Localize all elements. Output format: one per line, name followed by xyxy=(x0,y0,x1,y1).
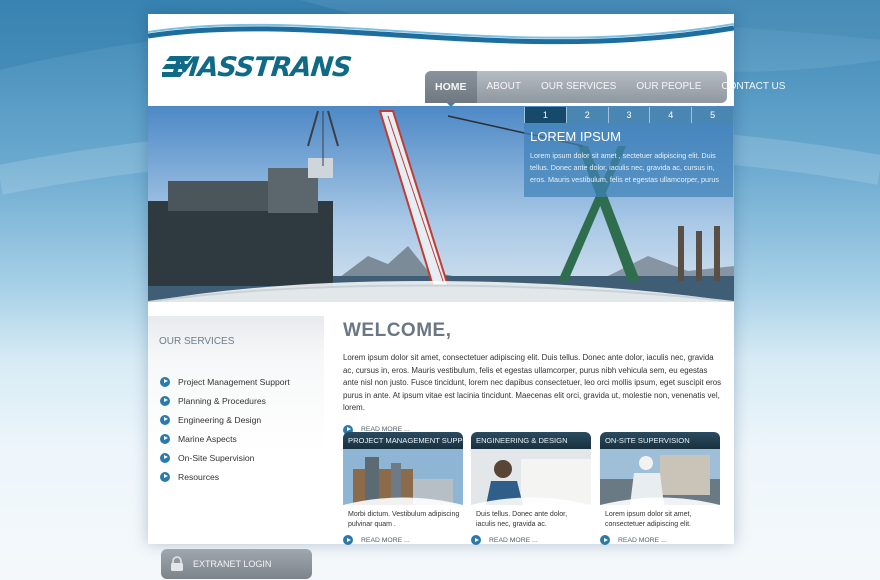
page-container: MASSTRANS HOME ABOUT OUR SERVICES OUR PE… xyxy=(148,14,785,545)
sidebar-item-label: Planning & Procedures xyxy=(178,395,266,406)
card-engineering-design: ENGINEERING & DESIGN Duis tellus. Donec … xyxy=(471,432,591,545)
nav-our-services[interactable]: OUR SERVICES xyxy=(531,71,626,103)
play-arrow-icon xyxy=(471,535,481,545)
slider-tab-5[interactable]: 5 xyxy=(691,107,733,123)
nav-about[interactable]: ABOUT xyxy=(477,71,531,103)
play-arrow-icon xyxy=(343,535,353,545)
sidebar-title: OUR SERVICES xyxy=(159,336,235,347)
sidebar-item-label: Marine Aspects xyxy=(178,433,237,444)
card-title[interactable]: ENGINEERING & DESIGN xyxy=(471,432,591,449)
hero-title: LOREM IPSUM xyxy=(530,129,622,144)
slider-tab-3[interactable]: 3 xyxy=(607,107,650,123)
play-arrow-icon xyxy=(600,535,610,545)
play-arrow-icon xyxy=(160,414,170,425)
read-more-link[interactable]: READ MORE ... xyxy=(343,535,463,545)
sidebar-item-label: Engineering & Design xyxy=(178,414,262,425)
play-arrow-icon xyxy=(160,433,170,444)
card-text: Lorem ipsum dolor sit amet, consectetuer… xyxy=(605,511,692,528)
read-more-link[interactable]: READ MORE ... xyxy=(471,535,591,545)
read-more-label: READ MORE ... xyxy=(489,536,538,544)
card-on-site-supervision: ON-SITE SUPERVISION Lorem ipsum dolor si… xyxy=(600,432,720,545)
main-content: WELCOME, Lorem ipsum dolor sit amet, con… xyxy=(343,316,725,435)
slider-tabs: 1 2 3 4 5 xyxy=(524,107,733,123)
card-text: Morbi dictum. Vestibulum adipiscing pulv… xyxy=(348,511,460,528)
sidebar-item-planning-procedures[interactable]: Planning & Procedures xyxy=(160,391,290,410)
lock-icon xyxy=(171,556,183,571)
play-arrow-icon xyxy=(160,376,170,387)
sidebar-item-marine-aspects[interactable]: Marine Aspects xyxy=(160,429,290,448)
logo-text: MASSTRANS xyxy=(170,52,353,83)
extranet-login-button[interactable]: EXTRANET LOGIN xyxy=(161,549,312,579)
service-cards: PROJECT MANAGEMENT SUPPORT Morbi dictum.… xyxy=(343,432,725,545)
main-nav: HOME ABOUT OUR SERVICES OUR PEOPLE CONTA… xyxy=(425,71,785,107)
card-text: Duis tellus. Donec ante dolor, iaculis n… xyxy=(476,511,568,528)
card-image-engineer-drawings xyxy=(471,449,591,505)
extranet-login-label: EXTRANET LOGIN xyxy=(193,559,272,569)
read-more-link[interactable]: READ MORE ... xyxy=(600,535,720,545)
nav-home[interactable]: HOME xyxy=(425,71,477,107)
read-more-label: READ MORE ... xyxy=(618,536,667,544)
intro-text: Lorem ipsum dolor sit amet, consectetuer… xyxy=(343,353,722,413)
slider-tab-4[interactable]: 4 xyxy=(649,107,692,123)
read-more-label: READ MORE ... xyxy=(361,536,410,544)
sidebar-item-label: Resources xyxy=(178,471,220,482)
sidebar: OUR SERVICES Project Management Support … xyxy=(148,316,324,544)
page-title: WELCOME, xyxy=(343,320,452,341)
nav-contact-us[interactable]: CONTACT US xyxy=(711,71,795,103)
card-title[interactable]: ON-SITE SUPERVISION xyxy=(600,432,720,449)
sidebar-item-on-site-supervision[interactable]: On-Site Supervision xyxy=(160,448,290,467)
services-list: Project Management Support Planning & Pr… xyxy=(160,372,290,486)
card-title[interactable]: PROJECT MANAGEMENT SUPPORT xyxy=(343,432,463,449)
sidebar-item-label: Project Management Support xyxy=(178,376,290,387)
play-arrow-icon xyxy=(160,395,170,406)
slider-tab-1[interactable]: 1 xyxy=(524,107,566,123)
card-image-industrial-plant xyxy=(343,449,463,505)
slider-tab-2[interactable]: 2 xyxy=(565,107,608,123)
play-arrow-icon xyxy=(160,471,170,482)
hero-caption-box: LOREM IPSUM Lorem ipsum dolor sit amet ,… xyxy=(524,123,733,197)
sidebar-item-project-management-support[interactable]: Project Management Support xyxy=(160,372,290,391)
card-project-management: PROJECT MANAGEMENT SUPPORT Morbi dictum.… xyxy=(343,432,463,545)
card-image-site-worker xyxy=(600,449,720,505)
sidebar-item-resources[interactable]: Resources xyxy=(160,467,290,486)
nav-our-people[interactable]: OUR PEOPLE xyxy=(626,71,711,103)
sidebar-item-engineering-design[interactable]: Engineering & Design xyxy=(160,410,290,429)
play-arrow-icon xyxy=(160,452,170,463)
hero-text: Lorem ipsum dolor sit amet , sectetuer a… xyxy=(530,151,719,184)
sidebar-item-label: On-Site Supervision xyxy=(178,452,255,463)
